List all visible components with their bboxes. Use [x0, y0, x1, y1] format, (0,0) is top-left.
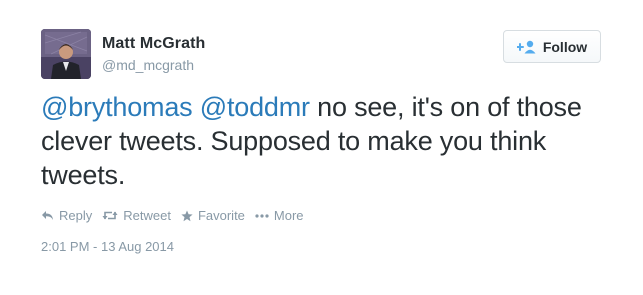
favorite-label: Favorite — [197, 208, 245, 223]
favorite-action[interactable]: Favorite — [181, 208, 245, 223]
follow-button[interactable]: Follow — [503, 30, 601, 63]
reply-action[interactable]: Reply — [41, 208, 92, 223]
more-dots-icon — [255, 213, 269, 218]
add-person-icon — [516, 40, 537, 54]
author-block: Matt McGrath @md_mcgrath — [102, 34, 205, 74]
retweet-action[interactable]: Retweet — [102, 208, 171, 223]
avatar[interactable] — [41, 29, 91, 79]
star-icon — [181, 210, 193, 221]
tweet-text: @brythomas @toddmr no see, it's on of th… — [41, 90, 621, 192]
mention-link-1[interactable]: @brythomas — [41, 92, 193, 122]
tweet-actions: Reply Retweet Favorite More — [41, 208, 314, 223]
retweet-label: Retweet — [123, 208, 171, 223]
tweet-timestamp[interactable]: 2:01 PM - 13 Aug 2014 — [41, 239, 174, 254]
follow-button-label: Follow — [542, 38, 588, 55]
mention-link-2[interactable]: @toddmr — [200, 92, 310, 122]
more-label: More — [273, 208, 304, 223]
retweet-icon — [102, 211, 118, 220]
reply-icon — [42, 211, 53, 220]
profile-photo-icon — [41, 29, 91, 79]
reply-label: Reply — [59, 208, 93, 223]
more-action[interactable]: More — [255, 208, 304, 223]
tweet-card: Matt McGrath @md_mcgrath Follow @brythom… — [0, 0, 643, 295]
author-fullname[interactable]: Matt McGrath — [102, 34, 205, 54]
author-username[interactable]: @md_mcgrath — [102, 56, 205, 74]
